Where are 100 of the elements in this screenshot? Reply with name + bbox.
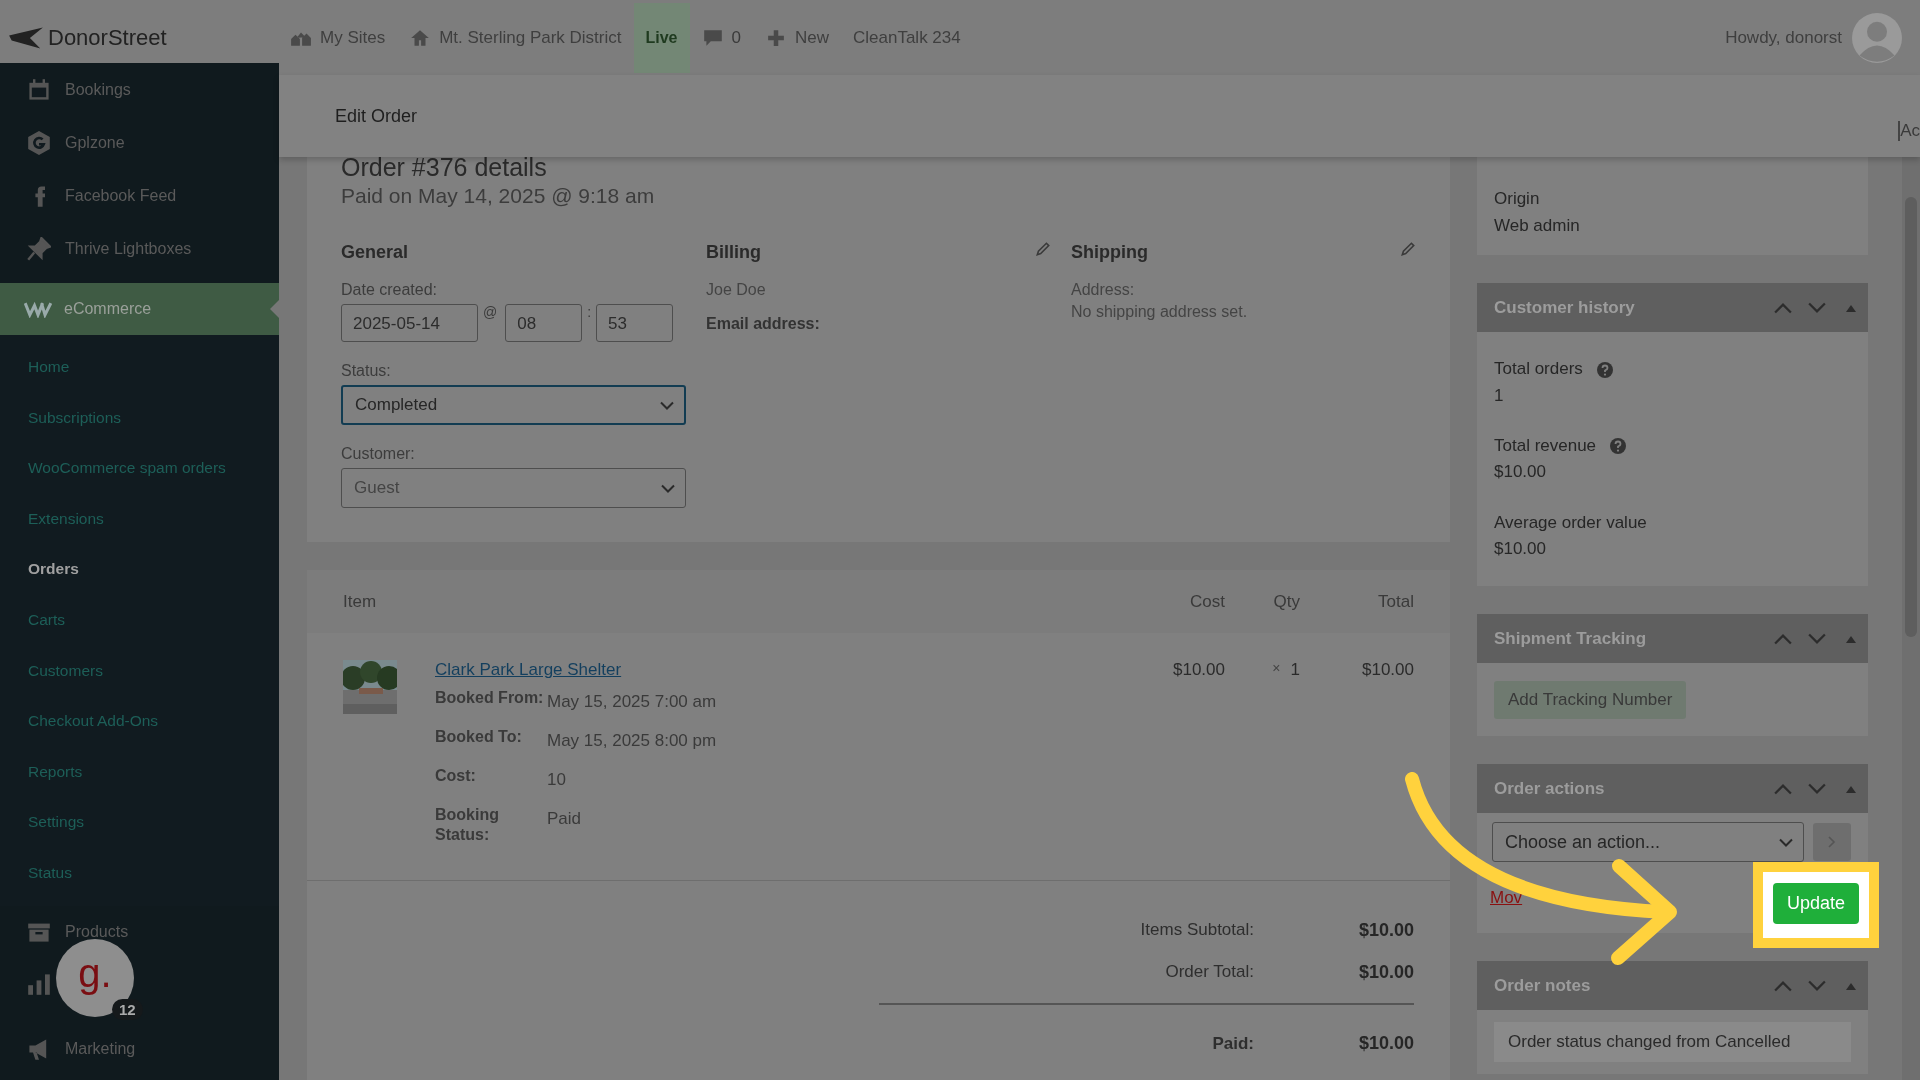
meta-value: Paid: [547, 807, 582, 830]
submenu-item[interactable]: Customers: [0, 645, 279, 697]
submenu-item[interactable]: Subscriptions: [0, 392, 279, 444]
triangle-icon[interactable]: [1846, 634, 1856, 643]
order-note: Order status changed from Cancelled: [1494, 1022, 1851, 1063]
stat-label: Average order value: [1494, 511, 1647, 534]
toolbar-link[interactable]: My Sites: [290, 27, 386, 48]
status-select[interactable]: Completed: [341, 385, 686, 425]
column-header: Qty: [1272, 591, 1300, 612]
hexagon-icon: [27, 130, 51, 155]
time-separator: :: [587, 304, 592, 320]
date-field[interactable]: 2025-05-14: [341, 304, 478, 342]
meta-label: Cost:: [435, 765, 477, 786]
sidebar-item[interactable]: Gplzone: [0, 116, 279, 169]
toolbar-link[interactable]: CleanTalk 234: [853, 27, 961, 48]
chevron-up-icon[interactable]: [1774, 632, 1792, 645]
submenu-item[interactable]: Orders: [0, 544, 279, 595]
triangle-icon[interactable]: [1846, 784, 1856, 793]
logo[interactable]: DonorStreet: [0, 24, 290, 51]
submenu-item[interactable]: Carts: [0, 594, 279, 646]
trash-link[interactable]: Mov: [1490, 887, 1523, 908]
chevron-down-icon[interactable]: [1808, 782, 1826, 795]
customer-select[interactable]: Guest: [341, 468, 686, 508]
action-select[interactable]: Choose an action...: [1492, 822, 1805, 863]
submenu-item[interactable]: Status: [0, 847, 279, 899]
bar-chart-icon[interactable]: [27, 971, 51, 996]
times-sign: ×: [1272, 660, 1281, 678]
box-title: Shipment Tracking: [1494, 628, 1648, 649]
page-title: Edit Order: [335, 105, 419, 127]
pencil-icon[interactable]: [1035, 240, 1051, 257]
chevron-down-icon[interactable]: [1808, 301, 1826, 314]
plus-icon: [765, 28, 787, 47]
sidebar-item[interactable]: Facebook Feed: [0, 169, 279, 222]
total-value: $10.00: [1357, 1033, 1414, 1055]
field-label: Address:: [1071, 281, 1136, 299]
notification-count: 12: [112, 999, 143, 1020]
chevron-down-icon[interactable]: [1808, 979, 1826, 992]
update-button[interactable]: Update: [1772, 883, 1859, 925]
chevron-right-icon: [1828, 836, 1837, 849]
sidebar-section[interactable]: eCommerce: [0, 283, 279, 335]
field-label: Status:: [341, 362, 392, 380]
column-header: Item: [343, 591, 377, 612]
hour-field[interactable]: 08: [505, 304, 583, 342]
triangle-icon[interactable]: [1846, 981, 1856, 990]
chevron-up-icon[interactable]: [1774, 979, 1792, 992]
woo-icon: [24, 300, 52, 318]
avatar[interactable]: [1852, 12, 1902, 63]
toolbar-link[interactable]: 0: [701, 27, 741, 48]
chevron-up-icon[interactable]: [1774, 782, 1792, 795]
submenu-item[interactable]: Reports: [0, 746, 279, 798]
sidebar-item[interactable]: Bookings: [0, 63, 279, 116]
submenu-item[interactable]: Extensions: [0, 493, 279, 545]
stat-label: Total revenue: [1494, 435, 1597, 458]
header-link[interactable]: Ac: [1898, 121, 1920, 141]
meta-label: Booked From:: [435, 688, 545, 708]
submenu-item[interactable]: Checkout Add-Ons: [0, 696, 279, 747]
chevron-down-icon: [661, 483, 675, 493]
field-label: Date created:: [341, 281, 439, 299]
chevron-down-icon: [1779, 837, 1794, 847]
toolbar-link[interactable]: New: [765, 27, 829, 48]
stat-value: $10.00: [1494, 461, 1547, 484]
submenu-item[interactable]: WooCommerce spam orders: [0, 443, 279, 494]
meta-label: Booked To:: [435, 726, 523, 747]
box-title: Customer history: [1494, 297, 1636, 318]
submenu-item[interactable]: Settings: [0, 797, 279, 848]
field-label: Email address:: [706, 315, 821, 333]
stat-value: $10.00: [1494, 538, 1547, 561]
meta-value: May 15, 2025 8:00 pm: [547, 729, 717, 752]
minute-field[interactable]: 53: [596, 304, 674, 342]
stat-label: Total orders: [1494, 358, 1583, 381]
triangle-icon[interactable]: [1846, 303, 1856, 312]
product-link[interactable]: Clark Park Large Shelter: [435, 660, 622, 680]
add-tracking-button[interactable]: Add Tracking Number: [1494, 681, 1687, 720]
comment-icon: [701, 28, 724, 47]
box-title: Order notes: [1494, 975, 1592, 996]
section-heading: Shipping: [1071, 242, 1148, 263]
shipping-address: No shipping address set.: [1071, 303, 1249, 321]
box-title: Order actions: [1494, 778, 1606, 799]
order-subtitle: Paid on May 14, 2025 @ 9:18 am: [341, 184, 656, 208]
chevron-down-icon: [660, 400, 674, 410]
total-value: $10.00: [1357, 961, 1414, 983]
pencil-icon[interactable]: [1400, 240, 1416, 257]
chevron-down-icon[interactable]: [1808, 632, 1826, 645]
apply-action-button[interactable]: [1813, 823, 1851, 862]
account-greeting[interactable]: Howdy, donorst: [1725, 27, 1842, 48]
help-icon[interactable]: [1610, 438, 1627, 455]
live-badge[interactable]: Live: [633, 2, 690, 73]
total-value: $10.00: [1357, 919, 1414, 941]
at-sign: @: [483, 304, 498, 320]
toolbar-link[interactable]: Mt. Sterling Park District: [409, 27, 622, 48]
meta-value: 10: [547, 768, 566, 791]
meta-label: Booking Status:: [435, 804, 500, 846]
help-icon[interactable]: [1596, 361, 1613, 378]
submenu-item[interactable]: Home: [0, 342, 279, 393]
chevron-up-icon[interactable]: [1774, 301, 1792, 314]
sidebar-item[interactable]: Marketing: [0, 1027, 279, 1070]
table-cell-text: $10.00: [1361, 660, 1414, 680]
scrollbar[interactable]: [1902, 157, 1920, 1080]
sidebar-item[interactable]: Thrive Lightboxes: [0, 222, 279, 275]
pin-icon: [27, 236, 51, 261]
